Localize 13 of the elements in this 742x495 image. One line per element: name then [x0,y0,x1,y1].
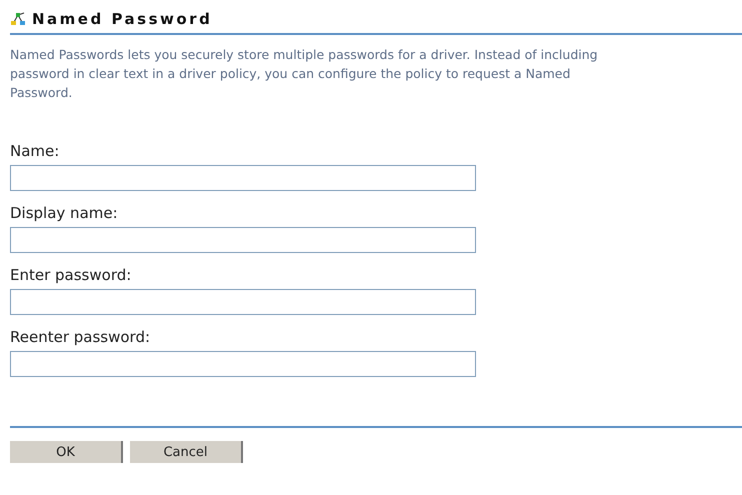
page-title: Named Password [32,10,212,28]
field-label: Name: [10,141,60,161]
input-field[interactable] [10,165,476,191]
input-field[interactable] [10,227,476,253]
network-icon [10,12,26,26]
ok-button[interactable]: OK [10,441,123,463]
field-label: Enter password: [10,265,132,285]
field-label: Display name: [10,203,119,223]
input-field[interactable] [10,351,476,377]
field-label: Reenter password: [10,327,152,347]
cancel-button[interactable]: Cancel [130,441,243,463]
input-field[interactable] [10,289,476,315]
description-text: Named Passwords lets you securely store multiple passwords for a driver. Instead of including password in clear text in a driver policy, you can configure the policy to request a Named Password. [10,46,599,102]
